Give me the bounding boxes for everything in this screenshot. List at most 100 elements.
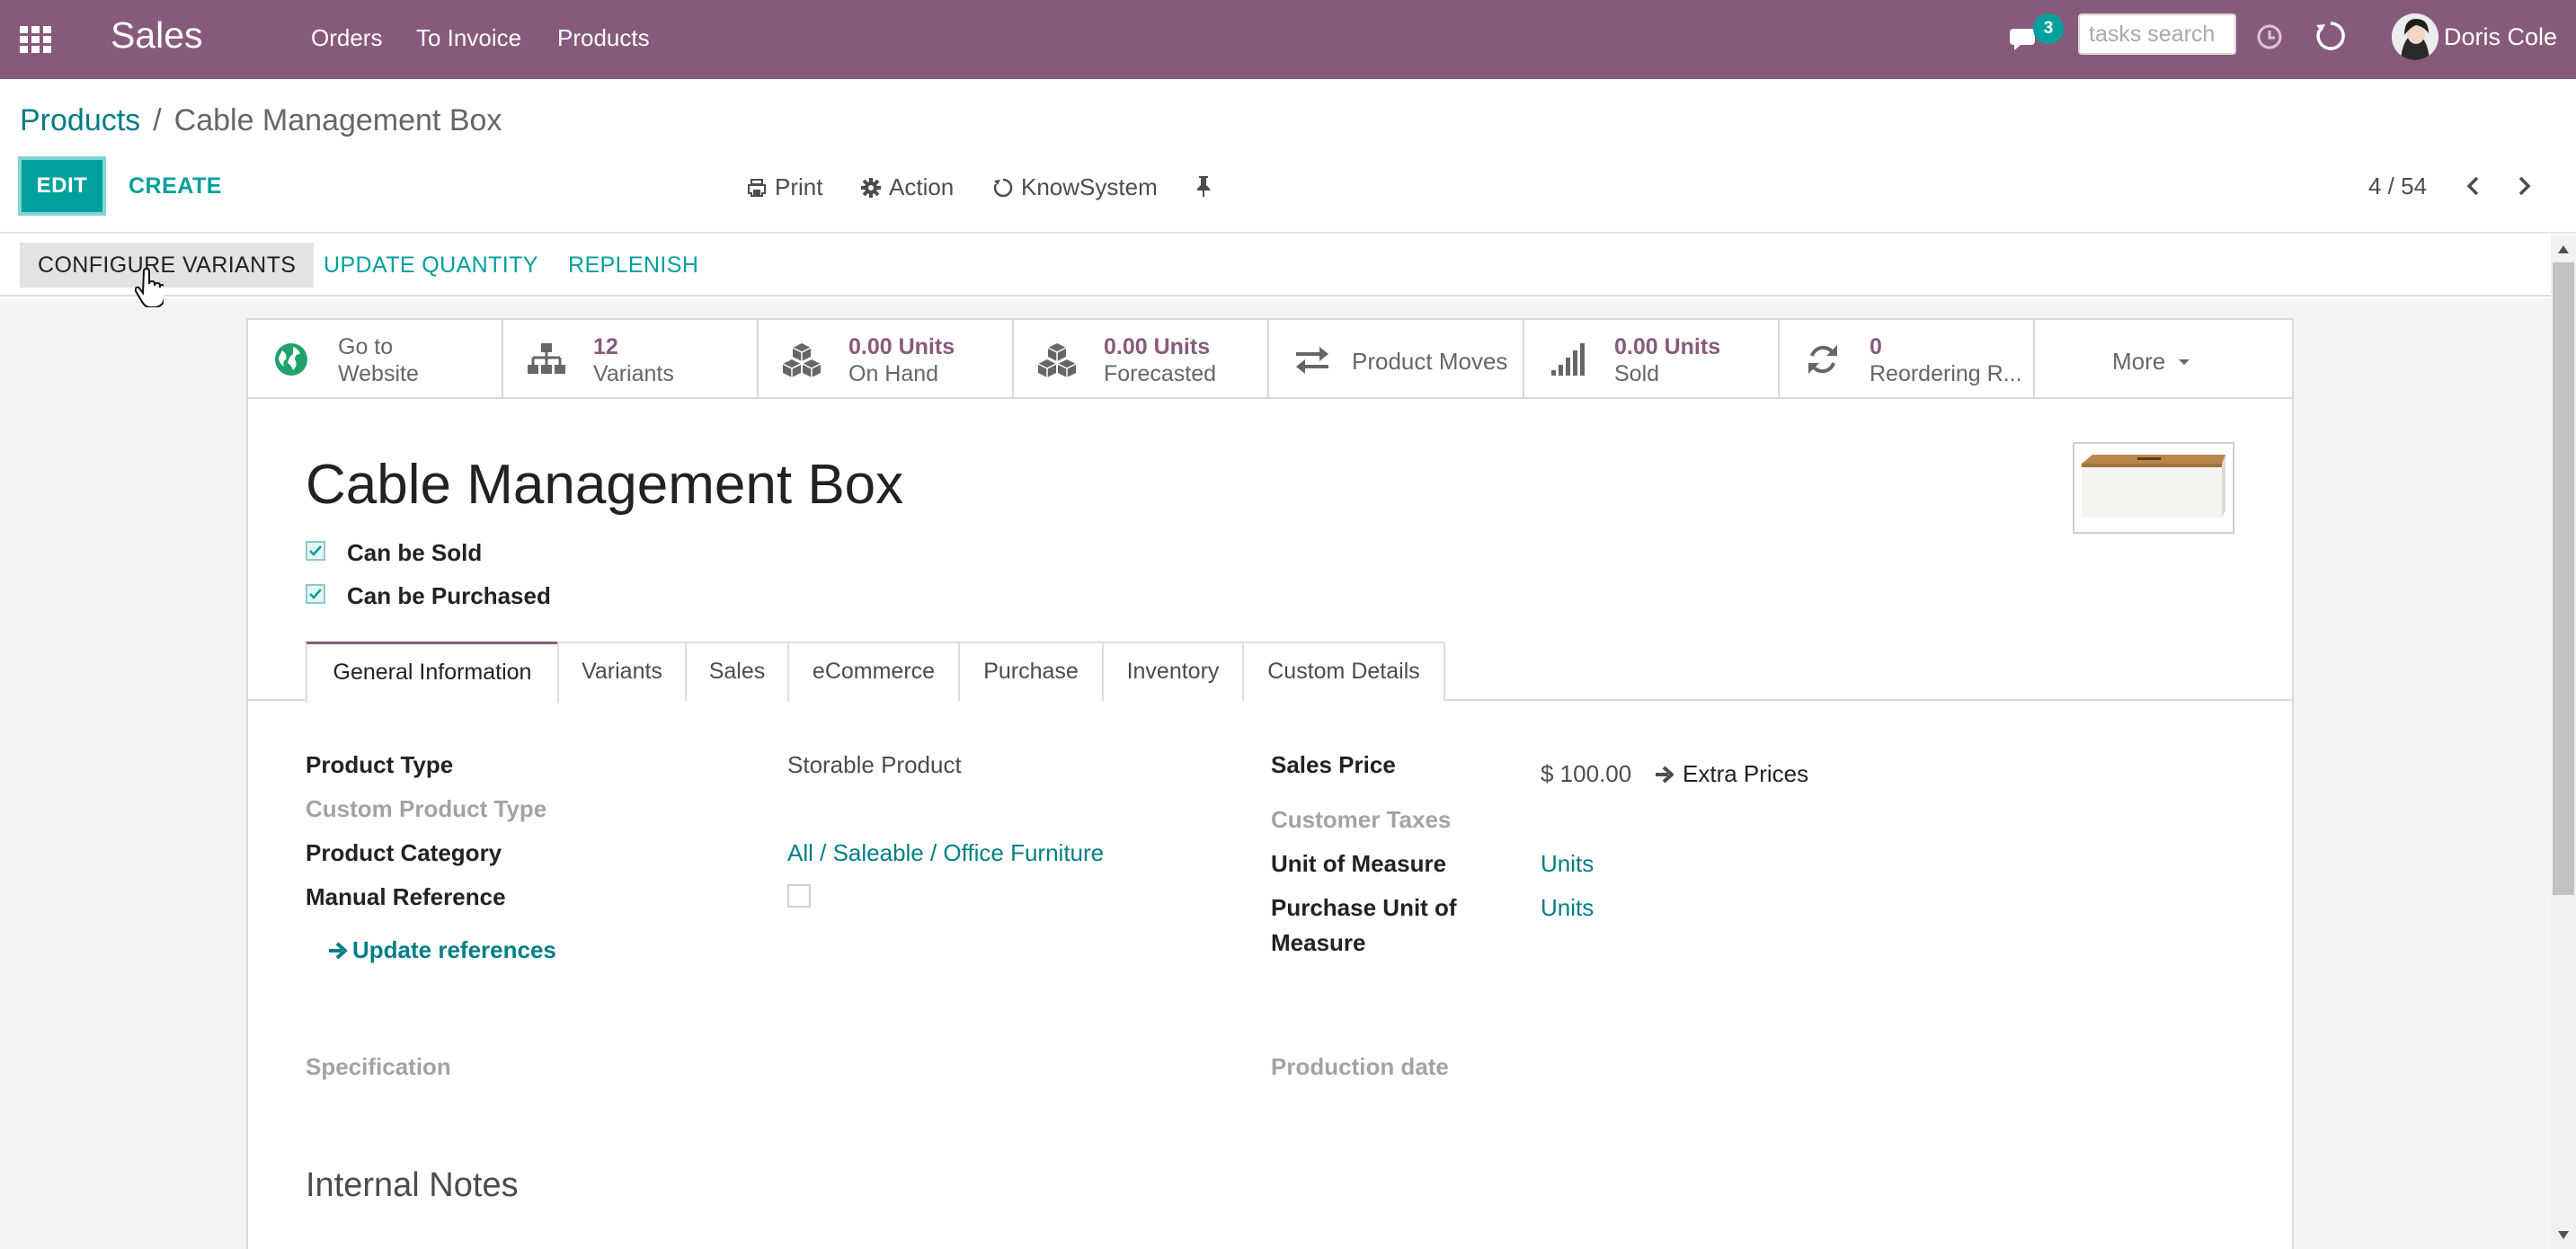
breadcrumb: Products / Cable Management Box [20,103,502,138]
arrow-right-icon [329,942,347,959]
tab-custom-details[interactable]: Custom Details [1242,642,1445,701]
sitemap-icon [528,343,565,374]
refresh-icon [1808,345,1837,374]
product-name: Cable Management Box [306,454,904,516]
sales-price-value: $ 100.00 [1541,760,1632,787]
forecasted-smart-button[interactable]: 0.00 Units Forecasted [1014,320,1269,397]
tab-purchase[interactable]: Purchase [958,642,1104,701]
tasks-search-input[interactable] [2078,13,2236,55]
product-moves-label: Product Moves [1352,348,1508,375]
product-category-label: Product Category [306,839,502,866]
menu-orders[interactable]: Orders [311,24,382,52]
extra-prices-label: Extra Prices [1683,760,1809,787]
manual-reference-checkbox[interactable] [787,884,811,908]
go-to-website-button[interactable]: Go to Website [248,320,503,397]
cubes-icon [1037,343,1077,377]
print-label: Print [775,173,823,200]
can-be-purchased-checkbox[interactable] [306,584,325,604]
customer-taxes-label: Customer Taxes [1271,806,1452,833]
website-label-2: Website [338,361,419,386]
knowsystem-icon[interactable] [2314,19,2348,53]
tab-general-information[interactable]: General Information [306,642,559,703]
variants-label: Variants [593,361,674,386]
breadcrumb-products-link[interactable]: Products [20,103,140,137]
form-sheet: Go to Website 12 Variants 0.00 Units On … [246,318,2294,1249]
product-moves-smart-button[interactable]: Product Moves [1269,320,1524,397]
forecasted-label: Forecasted [1104,361,1217,386]
website-label-1: Go to [338,334,394,359]
gear-icon [861,177,881,198]
pin-icon[interactable] [1192,174,1215,198]
scrollbar-thumb[interactable] [2553,262,2574,895]
product-image[interactable] [2073,442,2234,534]
action-dropdown[interactable]: Action [860,173,954,201]
reordering-value: 0 [1870,334,1882,359]
variants-smart-button[interactable]: 12 Variants [503,320,759,397]
replenish-button[interactable]: REPLENISH [550,243,716,288]
menu-to-invoice[interactable]: To Invoice [416,24,521,52]
tab-ecommerce[interactable]: eCommerce [787,642,960,701]
production-date-label: Production date [1271,1053,1449,1080]
purchase-uom-label-line1: Purchase Unit of [1271,894,1457,921]
print-icon [748,178,766,197]
app-title[interactable]: Sales [111,14,203,57]
product-type-label: Product Type [306,751,454,778]
forecasted-value: 0.00 Units [1104,334,1211,359]
on-hand-smart-button[interactable]: 0.00 Units On Hand [759,320,1014,397]
reordering-label: Reordering R... [1870,361,2022,386]
breadcrumb-separator: / [153,103,162,137]
avatar[interactable] [2392,13,2438,60]
scroll-up-arrow-icon[interactable] [2556,243,2571,255]
purchase-uom-link[interactable]: Units [1541,894,1594,922]
custom-product-type-label: Custom Product Type [306,795,547,822]
arrow-right-icon [1656,766,1674,783]
knowsystem-icon [993,178,1013,197]
top-navbar: Sales Orders To Invoice Products 3 Doris… [0,0,2576,79]
user-name[interactable]: Doris Cole [2444,23,2557,51]
pager-value[interactable]: 4 / 54 [2368,173,2427,200]
on-hand-value: 0.00 Units [848,334,955,359]
apps-grid-icon[interactable] [18,22,54,57]
more-dropdown[interactable]: More [2035,320,2290,397]
edit-button[interactable]: EDIT [18,156,106,216]
exchange-icon [1296,347,1328,374]
menu-products[interactable]: Products [557,24,650,52]
signal-icon [1551,343,1585,376]
tab-sales[interactable]: Sales [685,642,789,701]
product-type-value: Storable Product [787,751,962,778]
extra-prices-button[interactable]: Extra Prices [1654,760,1808,788]
chevron-right-icon[interactable] [2511,173,2536,199]
sold-smart-button[interactable]: 0.00 Units Sold [1524,320,1780,397]
activity-clock-icon[interactable] [2255,22,2284,51]
sold-label: Sold [1614,361,1660,386]
print-dropdown[interactable]: Print [746,173,822,201]
configure-variants-button[interactable]: CONFIGURE VARIANTS [20,243,315,288]
internal-notes-title: Internal Notes [306,1166,519,1204]
unit-of-measure-link[interactable]: Units [1541,850,1594,878]
update-references-button[interactable]: Update references [327,936,556,964]
sales-price-label: Sales Price [1271,751,1396,778]
tab-variants[interactable]: Variants [557,642,687,701]
action-label: Action [889,173,955,200]
cubes-icon [782,343,822,377]
message-count-badge: 3 [2033,13,2064,44]
chevron-left-icon[interactable] [2461,173,2486,199]
more-label: More [2112,348,2166,375]
variants-count: 12 [593,334,618,359]
reordering-rules-smart-button[interactable]: 0 Reordering R... [1780,320,2035,397]
product-category-link[interactable]: All / Saleable / Office Furniture [787,839,1104,867]
update-quantity-button[interactable]: UPDATE QUANTITY [306,243,556,288]
can-be-sold-label: Can be Sold [347,539,483,566]
knowsystem-dropdown[interactable]: KnowSystem [992,173,1158,201]
breadcrumb-current: Cable Management Box [173,103,502,137]
tab-inventory[interactable]: Inventory [1102,642,1244,701]
purchase-uom-label-line2: Measure [1271,929,1366,956]
manual-reference-label: Manual Reference [306,883,506,910]
can-be-sold-checkbox[interactable] [306,541,325,561]
hand-cursor-icon [135,268,164,307]
checkmark-icon [309,589,322,599]
checkmark-icon [309,545,322,556]
create-button[interactable]: CREATE [129,173,222,199]
knowsystem-label: KnowSystem [1021,173,1158,200]
scroll-down-arrow-icon[interactable] [2556,1229,2571,1242]
